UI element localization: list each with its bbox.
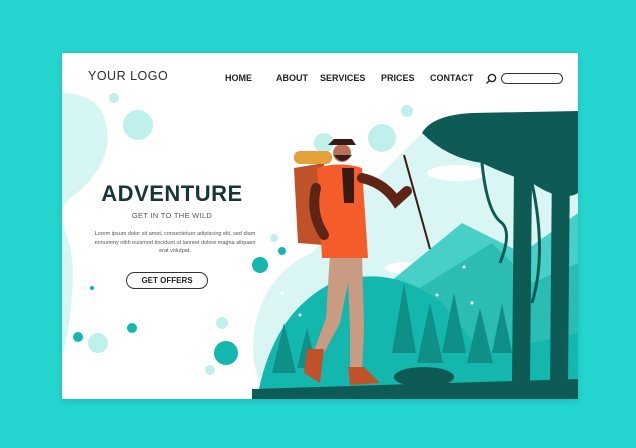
circle-deco	[73, 332, 83, 342]
circle-deco	[368, 124, 396, 152]
circle-deco	[252, 257, 268, 273]
search-icon[interactable]	[485, 73, 497, 85]
circle-deco	[216, 317, 228, 329]
hero-body-text: Lorem ipsum dolor sit amet, consectetuer…	[94, 231, 256, 254]
circle-deco	[88, 333, 108, 353]
tree-trunk	[512, 173, 532, 383]
circle-deco	[401, 105, 413, 117]
nav-contact[interactable]: CONTACT	[430, 73, 473, 83]
circle-deco	[205, 365, 215, 375]
search-input[interactable]	[501, 73, 563, 84]
circle-deco	[214, 341, 238, 365]
bush	[394, 367, 454, 387]
circle-deco	[109, 93, 119, 103]
nav-home[interactable]: HOME	[225, 73, 252, 83]
site-logo[interactable]: YOUR LOGO	[88, 69, 168, 83]
nav-services[interactable]: SERVICES	[320, 73, 365, 83]
circle-deco	[270, 234, 278, 242]
hero-illustration	[62, 93, 578, 399]
nav-about[interactable]: ABOUT	[276, 73, 308, 83]
get-offers-button[interactable]: GET OFFERS	[126, 272, 208, 289]
circle-deco	[123, 110, 153, 140]
hero-subtitle: GET IN TO THE WILD	[131, 211, 213, 220]
nav-prices[interactable]: PRICES	[381, 73, 415, 83]
hiker-shirt	[342, 168, 354, 203]
circle-deco	[127, 323, 137, 333]
cloud	[427, 165, 487, 181]
left-lower-blob	[62, 223, 73, 353]
hero-title: ADVENTURE	[101, 181, 243, 206]
landing-page-card: YOUR LOGO HOME ABOUT SERVICES PRICES CON…	[62, 53, 578, 399]
circle-deco	[278, 247, 286, 255]
circle-deco	[90, 286, 94, 290]
sleeping-roll	[294, 151, 332, 164]
